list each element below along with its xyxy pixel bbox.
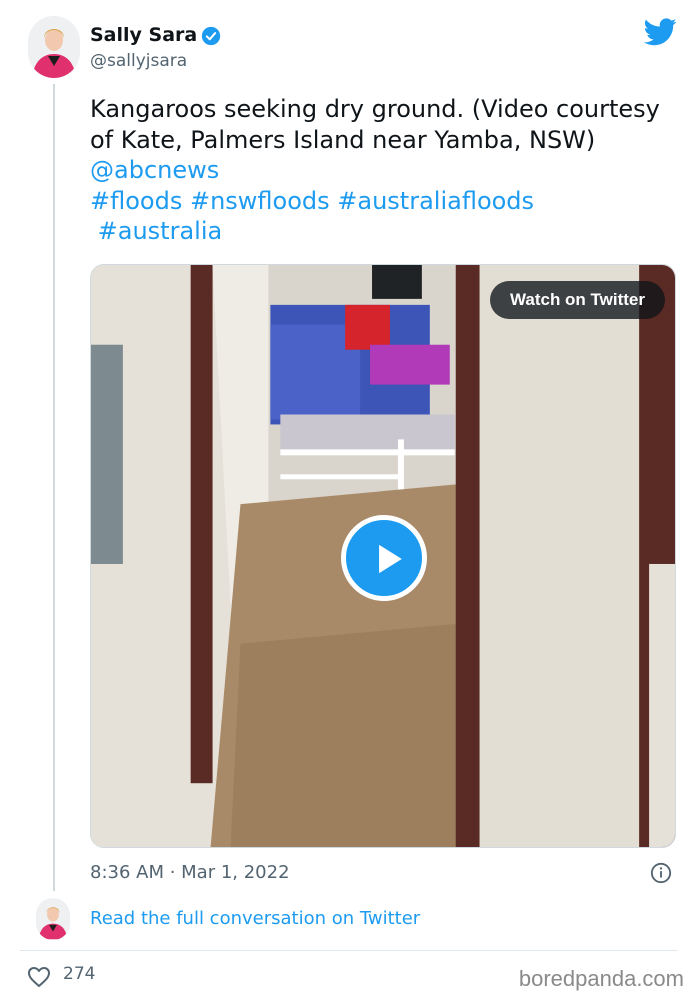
info-icon[interactable] [650, 862, 672, 884]
tweet-text: Kangaroos seeking dry ground. (Video cou… [90, 94, 680, 247]
play-button[interactable] [341, 515, 427, 601]
watch-on-twitter-button[interactable]: Watch on Twitter [489, 281, 665, 319]
handle[interactable]: @sallyjsara [90, 51, 187, 71]
divider [20, 950, 678, 951]
thread-line [53, 84, 55, 891]
mention-link[interactable]: @abcnews [90, 156, 219, 184]
display-name[interactable]: Sally Sara [90, 24, 197, 46]
tweet-body: Kangaroos seeking dry ground. (Video cou… [90, 95, 660, 154]
video-player[interactable]: Watch on Twitter [90, 264, 676, 848]
watermark: boredpanda.com [518, 966, 684, 991]
avatar[interactable] [28, 16, 80, 78]
hashtag-australia-link[interactable]: #australia [98, 217, 223, 245]
like-count: 274 [63, 964, 96, 984]
avatar-small-image [36, 898, 70, 940]
avatar-image [28, 16, 80, 78]
avatar-small[interactable] [36, 898, 70, 940]
hashtags-link[interactable]: #floods #nswfloods #australiafloods [90, 187, 534, 215]
play-icon [379, 544, 402, 574]
verified-badge-icon [201, 26, 221, 46]
read-full-conversation-link[interactable]: Read the full conversation on Twitter [90, 908, 420, 929]
tweet-timestamp[interactable]: 8:36 AM · Mar 1, 2022 [90, 862, 290, 883]
twitter-bird-icon[interactable] [644, 18, 677, 46]
heart-icon[interactable] [27, 966, 51, 988]
